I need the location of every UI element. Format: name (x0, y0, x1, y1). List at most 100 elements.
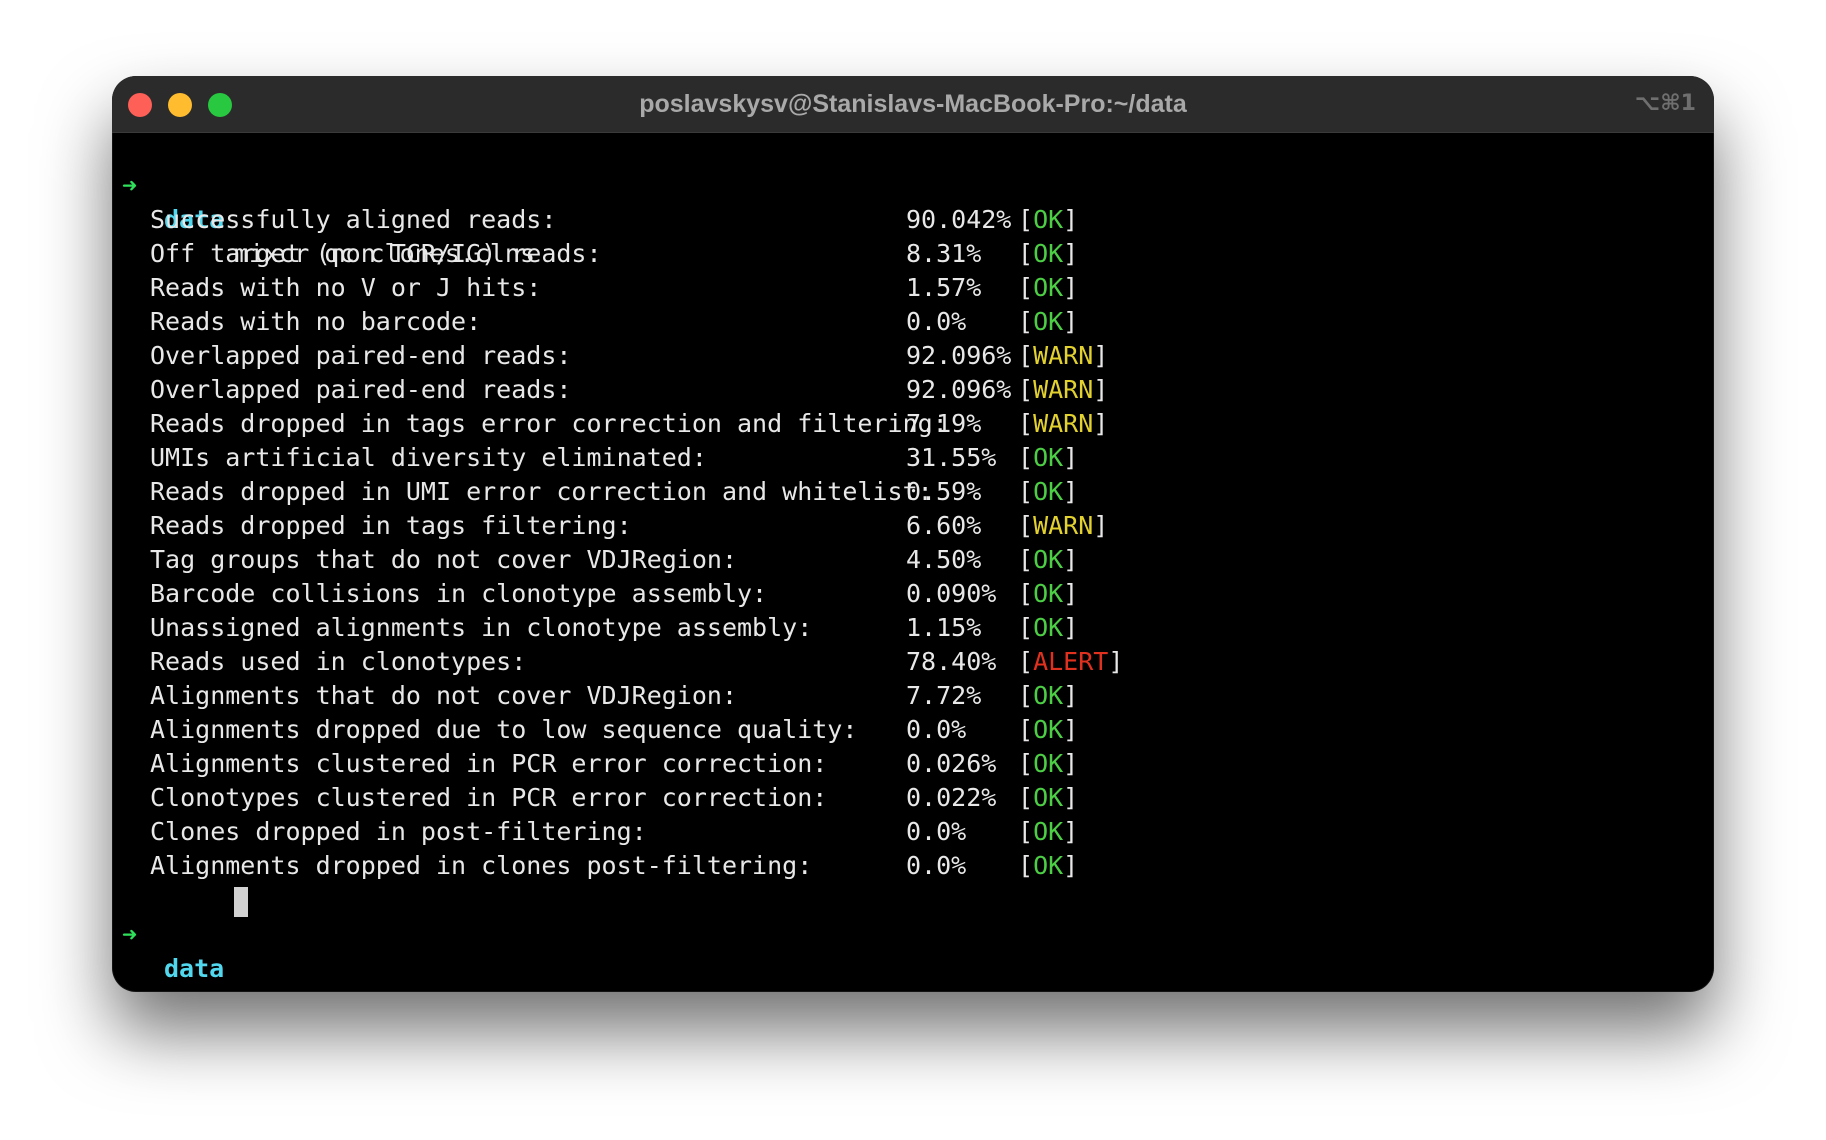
status-open-bracket: [ (1018, 851, 1034, 880)
qc-metric-label: Overlapped paired-end reads: (150, 375, 572, 404)
qc-metric-value: 0.026% (906, 749, 997, 778)
status-close-bracket: ] (1093, 409, 1109, 438)
qc-status-text: OK (1033, 715, 1064, 744)
qc-status-text: OK (1033, 239, 1064, 268)
qc-metric-label: Barcode collisions in clonotype assembly… (150, 579, 768, 608)
qc-status-badge: [WARN] (1018, 373, 1108, 407)
status-close-bracket: ] (1063, 205, 1079, 234)
qc-metric-value: 0.0% (906, 851, 967, 880)
title-bar[interactable]: poslavskysv@Stanislavs-MacBook-Pro:~/dat… (112, 76, 1714, 133)
qc-status-badge: [OK] (1018, 747, 1078, 781)
qc-metric-label: Alignments dropped due to low sequence q… (150, 715, 858, 744)
qc-metric-label: Alignments clustered in PCR error correc… (150, 749, 828, 778)
status-close-bracket: ] (1093, 341, 1109, 370)
qc-status-badge: [OK] (1018, 577, 1078, 611)
qc-metric-label: Off target (non TCR/IG) reads: (150, 239, 602, 268)
status-close-bracket: ] (1108, 647, 1124, 676)
qc-status-text: OK (1033, 613, 1064, 642)
status-open-bracket: [ (1018, 783, 1034, 812)
status-open-bracket: [ (1018, 613, 1034, 642)
qc-metric-label: Unassigned alignments in clonotype assem… (150, 613, 813, 642)
status-close-bracket: ] (1063, 681, 1079, 710)
qc-status-text: OK (1033, 307, 1064, 336)
qc-metric-value: 0.022% (906, 783, 997, 812)
qc-metric-label: Reads with no V or J hits: (150, 273, 542, 302)
prompt-arrow-icon: ➜ (122, 171, 138, 200)
status-close-bracket: ] (1063, 783, 1079, 812)
qc-status-text: OK (1033, 579, 1064, 608)
qc-metric-label: Reads dropped in tags filtering: (150, 511, 632, 540)
qc-status-badge: [ALERT] (1018, 645, 1123, 679)
status-open-bracket: [ (1018, 681, 1034, 710)
qc-status-text: OK (1033, 273, 1064, 302)
qc-metric-label: Clones dropped in post-filtering: (150, 817, 647, 846)
qc-status-badge: [WARN] (1018, 339, 1108, 373)
status-close-bracket: ] (1063, 749, 1079, 778)
status-open-bracket: [ (1018, 647, 1034, 676)
qc-metric-value: 6.60% (906, 511, 982, 540)
terminal-output[interactable]: ➜ data mixcr qc clones.clns Successfully… (112, 132, 1714, 992)
status-open-bracket: [ (1018, 511, 1034, 540)
active-prompt-line[interactable]: ➜ data (112, 884, 248, 983)
status-open-bracket: [ (1018, 477, 1034, 506)
qc-metric-label: Reads with no barcode: (150, 307, 482, 336)
qc-status-badge: [OK] (1018, 305, 1078, 339)
qc-status-text: OK (1033, 681, 1064, 710)
status-open-bracket: [ (1018, 817, 1034, 846)
qc-metric-value: 31.55% (906, 443, 997, 472)
qc-metric-value: 0.0% (906, 715, 967, 744)
qc-status-badge: [OK] (1018, 271, 1078, 305)
qc-metric-label: Clonotypes clustered in PCR error correc… (150, 783, 828, 812)
qc-metric-value: 8.31% (906, 239, 982, 268)
qc-status-text: WARN (1033, 511, 1094, 540)
status-open-bracket: [ (1018, 273, 1034, 302)
qc-metric-value: 92.096% (906, 341, 1012, 370)
qc-status-badge: [OK] (1018, 849, 1078, 883)
qc-status-text: WARN (1033, 409, 1094, 438)
qc-status-text: OK (1033, 477, 1064, 506)
qc-metric-label: Successfully aligned reads: (150, 205, 557, 234)
qc-metric-label: Reads used in clonotypes: (150, 647, 527, 676)
qc-status-text: OK (1033, 443, 1064, 472)
status-close-bracket: ] (1063, 715, 1079, 744)
terminal-window: poslavskysv@Stanislavs-MacBook-Pro:~/dat… (112, 76, 1714, 992)
qc-status-badge: [OK] (1018, 543, 1078, 577)
qc-metric-label: Alignments dropped in clones post-filter… (150, 851, 813, 880)
qc-status-badge: [OK] (1018, 679, 1078, 713)
qc-status-badge: [OK] (1018, 237, 1078, 271)
status-open-bracket: [ (1018, 239, 1034, 268)
prompt-arrow-icon: ➜ (122, 920, 138, 949)
window-title: poslavskysv@Stanislavs-MacBook-Pro:~/dat… (639, 90, 1187, 118)
qc-status-badge: [OK] (1018, 611, 1078, 645)
status-open-bracket: [ (1018, 375, 1034, 404)
status-close-bracket: ] (1063, 613, 1079, 642)
status-open-bracket: [ (1018, 545, 1034, 574)
qc-status-text: OK (1033, 205, 1064, 234)
qc-metric-value: 4.50% (906, 545, 982, 574)
status-open-bracket: [ (1018, 205, 1034, 234)
status-open-bracket: [ (1018, 341, 1034, 370)
qc-status-badge: [OK] (1018, 781, 1078, 815)
status-open-bracket: [ (1018, 579, 1034, 608)
qc-metric-value: 0.0% (906, 817, 967, 846)
qc-status-text: OK (1033, 851, 1064, 880)
status-close-bracket: ] (1093, 375, 1109, 404)
qc-status-badge: [WARN] (1018, 407, 1108, 441)
qc-metric-value: 78.40% (906, 647, 997, 676)
qc-metric-value: 1.15% (906, 613, 982, 642)
qc-metric-value: 92.096% (906, 375, 1012, 404)
qc-status-text: OK (1033, 749, 1064, 778)
status-close-bracket: ] (1063, 307, 1079, 336)
qc-status-badge: [OK] (1018, 441, 1078, 475)
qc-status-text: OK (1033, 817, 1064, 846)
status-close-bracket: ] (1063, 477, 1079, 506)
qc-metric-value: 1.57% (906, 273, 982, 302)
qc-metric-value: 90.042% (906, 205, 1012, 234)
qc-status-text: WARN (1033, 341, 1094, 370)
qc-status-text: OK (1033, 783, 1064, 812)
qc-status-text: WARN (1033, 375, 1094, 404)
status-close-bracket: ] (1063, 545, 1079, 574)
status-close-bracket: ] (1063, 579, 1079, 608)
qc-metric-value: 7.72% (906, 681, 982, 710)
qc-metric-label: Tag groups that do not cover VDJRegion: (150, 545, 737, 574)
